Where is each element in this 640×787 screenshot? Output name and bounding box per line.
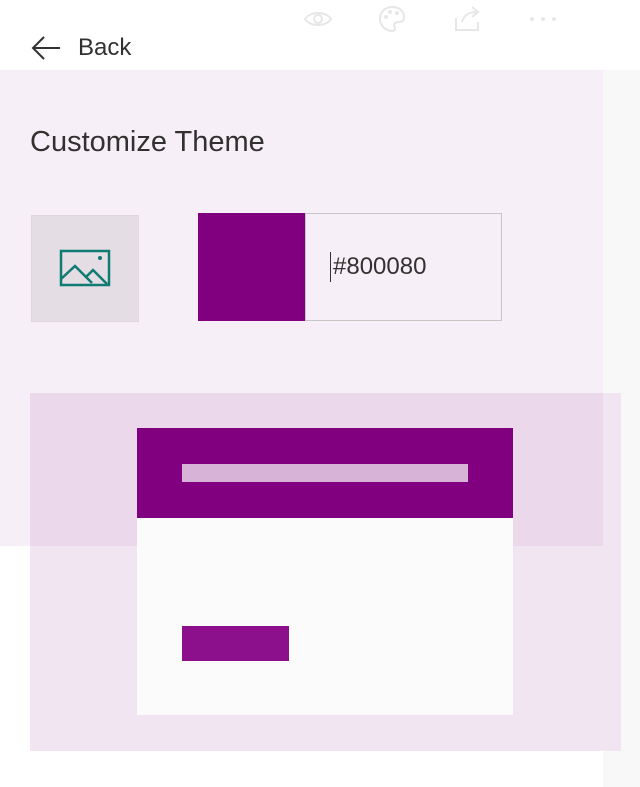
hex-color-input[interactable]	[331, 253, 493, 281]
background-image-button[interactable]	[31, 215, 139, 322]
back-label: Back	[78, 34, 132, 61]
back-arrow-icon	[31, 36, 60, 60]
back-button[interactable]: Back	[30, 30, 131, 66]
share-icon[interactable]	[452, 4, 482, 34]
palette-icon[interactable]	[377, 4, 407, 34]
eye-icon[interactable]	[303, 4, 333, 34]
more-icon[interactable]	[528, 4, 558, 34]
preview-button	[182, 626, 289, 661]
hex-color-field[interactable]	[305, 213, 502, 321]
image-icon	[59, 249, 111, 286]
color-swatch[interactable]	[198, 213, 306, 321]
page-title: Customize Theme	[30, 126, 265, 158]
preview-header-bar	[182, 464, 468, 482]
